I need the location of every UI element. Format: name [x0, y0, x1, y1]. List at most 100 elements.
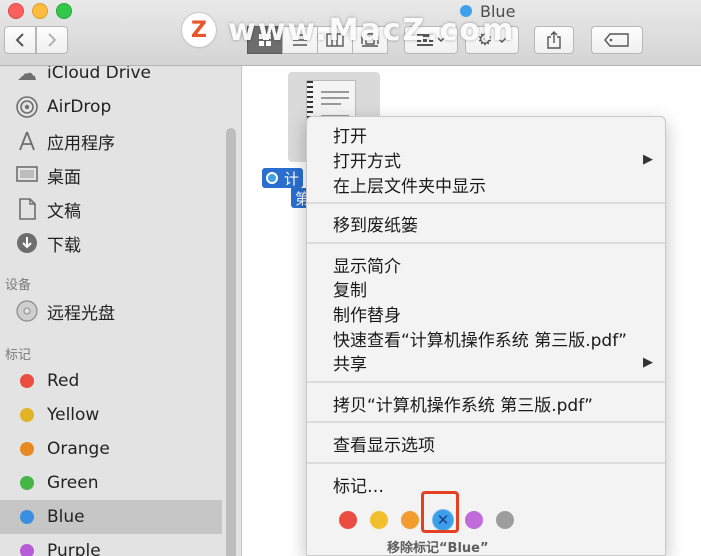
watermark: Z www.MacZ.com [182, 6, 515, 54]
orange-tag-dot-icon [20, 442, 34, 456]
tag-gray-swatch[interactable] [496, 511, 514, 529]
file-name-label[interactable]: 计 [262, 168, 304, 188]
watermark-logo: Z [182, 13, 216, 47]
downloads-icon [15, 231, 39, 255]
documents-icon [15, 197, 39, 221]
applications-icon [15, 129, 39, 153]
file-name-line1: 计 [284, 169, 300, 188]
sidebar-item-label: Purple [47, 541, 101, 556]
menu-item-label: 拷贝“计算机操作系统 第三版.pdf” [333, 395, 593, 416]
menu-item-label: 查看显示选项 [333, 435, 435, 456]
context-menu: 打开 打开方式 ▶ 在上层文件夹中显示 移到废纸篓 显示简介 复制 制作替身 快速… [306, 116, 666, 556]
edit-tags-button[interactable] [591, 26, 643, 54]
menu-item-label: 打开方式 [333, 151, 401, 172]
back-button[interactable] [4, 26, 36, 54]
submenu-arrow-icon: ▶ [643, 354, 653, 370]
menu-separator [307, 381, 665, 383]
menu-item-label: 共享 [333, 354, 367, 375]
sidebar-item-label: 远程光盘 [47, 303, 115, 324]
window-toolbar: Blue ⚙ Z www.MacZ.com [0, 0, 701, 66]
remote-disc-icon [15, 299, 39, 323]
sidebar-item-downloads[interactable]: 下载 [0, 226, 222, 260]
menu-item-open-with[interactable]: 打开方式 ▶ [333, 147, 653, 172]
sidebar-item-label: AirDrop [47, 97, 112, 117]
green-tag-dot-icon [20, 476, 34, 490]
menu-item-label: 标记… [333, 476, 384, 497]
sidebar-devices-header: 设备 [5, 278, 32, 293]
menu-item-make-alias[interactable]: 制作替身 [333, 301, 653, 326]
sidebar-item-tag-green[interactable]: Green [0, 466, 222, 500]
chevron-right-icon [48, 33, 57, 47]
sidebar-item-tag-red[interactable]: Red [0, 364, 222, 398]
red-tag-dot-icon [20, 374, 34, 388]
tag-orange-swatch[interactable] [401, 511, 419, 529]
tag-icon [604, 33, 629, 47]
sidebar-item-label: 文稿 [47, 201, 81, 222]
sidebar-item-remote-disc[interactable]: 远程光盘 [0, 294, 222, 328]
menu-item-quick-look[interactable]: 快速查看“计算机操作系统 第三版.pdf” [333, 326, 653, 351]
chevron-left-icon [15, 33, 24, 47]
close-window-button[interactable] [8, 3, 24, 19]
sidebar-item-label: 应用程序 [47, 133, 115, 154]
menu-item-label: 移到废纸篓 [333, 215, 418, 236]
tag-yellow-swatch[interactable] [370, 511, 388, 529]
sidebar-item-label: 下载 [47, 235, 81, 256]
sidebar-item-label: iCloud Drive [47, 66, 152, 83]
menu-item-label: 在上层文件夹中显示 [333, 176, 486, 197]
zoom-window-button[interactable] [56, 3, 72, 19]
desktop-icon [15, 163, 39, 187]
menu-item-move-to-trash[interactable]: 移到废纸篓 [333, 211, 653, 236]
sidebar-scrollbar[interactable] [226, 128, 236, 556]
sidebar-item-desktop[interactable]: 桌面 [0, 158, 222, 192]
menu-item-label: 复制 [333, 280, 367, 301]
share-icon [547, 31, 561, 49]
forward-button[interactable] [36, 26, 68, 54]
menu-separator [307, 462, 665, 464]
tag-red-swatch[interactable] [339, 511, 357, 529]
sidebar-item-label: 桌面 [47, 167, 81, 188]
menu-separator [307, 242, 665, 244]
sidebar: ☁ iCloud Drive AirDrop 应用程序 桌面 文稿 下载 设备 [0, 66, 242, 556]
watermark-text: www.MacZ.com [228, 12, 516, 48]
submenu-arrow-icon: ▶ [643, 151, 653, 167]
menu-separator [307, 202, 665, 204]
sidebar-item-label: Blue [47, 507, 85, 527]
menu-item-copy[interactable]: 拷贝“计算机操作系统 第三版.pdf” [333, 391, 653, 416]
tag-purple-swatch[interactable] [465, 511, 483, 529]
purple-tag-dot-icon [20, 544, 34, 556]
blue-tag-dot-icon [266, 172, 278, 184]
sidebar-item-tag-yellow[interactable]: Yellow [0, 398, 222, 432]
tag-hint-text: 移除标记“Blue” [387, 541, 489, 556]
menu-item-open[interactable]: 打开 [333, 122, 653, 147]
menu-item-show-in-enclosing-folder[interactable]: 在上层文件夹中显示 [333, 172, 653, 197]
cloud-icon: ☁ [17, 66, 37, 85]
blue-tag-dot-icon [20, 510, 34, 524]
sidebar-item-applications[interactable]: 应用程序 [0, 124, 222, 158]
highlight-box [421, 491, 459, 533]
sidebar-item-airdrop[interactable]: AirDrop [0, 90, 222, 124]
menu-item-label: 显示简介 [333, 256, 401, 277]
sidebar-item-label: Red [47, 371, 80, 391]
menu-separator [307, 421, 665, 423]
sidebar-item-icloud-drive[interactable]: ☁ iCloud Drive [0, 66, 222, 90]
menu-item-label: 快速查看“计算机操作系统 第三版.pdf” [333, 330, 627, 351]
menu-item-duplicate[interactable]: 复制 [333, 276, 653, 301]
sidebar-item-label: Green [47, 473, 99, 493]
menu-item-get-info[interactable]: 显示简介 [333, 252, 653, 277]
sidebar-item-label: Orange [47, 439, 110, 459]
sidebar-tags-header: 标记 [5, 348, 32, 363]
menu-item-show-view-options[interactable]: 查看显示选项 [333, 431, 653, 456]
airdrop-icon [15, 95, 39, 119]
menu-item-share[interactable]: 共享 ▶ [333, 350, 653, 375]
menu-item-tags[interactable]: 标记… [333, 472, 653, 497]
sidebar-item-tag-purple[interactable]: Purple [0, 534, 222, 556]
minimize-window-button[interactable] [32, 3, 48, 19]
sidebar-item-tag-blue[interactable]: Blue [0, 500, 222, 534]
sidebar-item-documents[interactable]: 文稿 [0, 192, 222, 226]
sidebar-item-label: Yellow [47, 405, 100, 425]
menu-item-label: 制作替身 [333, 305, 401, 326]
sidebar-item-tag-orange[interactable]: Orange [0, 432, 222, 466]
share-button[interactable] [534, 26, 574, 54]
menu-item-label: 打开 [333, 126, 367, 147]
yellow-tag-dot-icon [20, 408, 34, 422]
